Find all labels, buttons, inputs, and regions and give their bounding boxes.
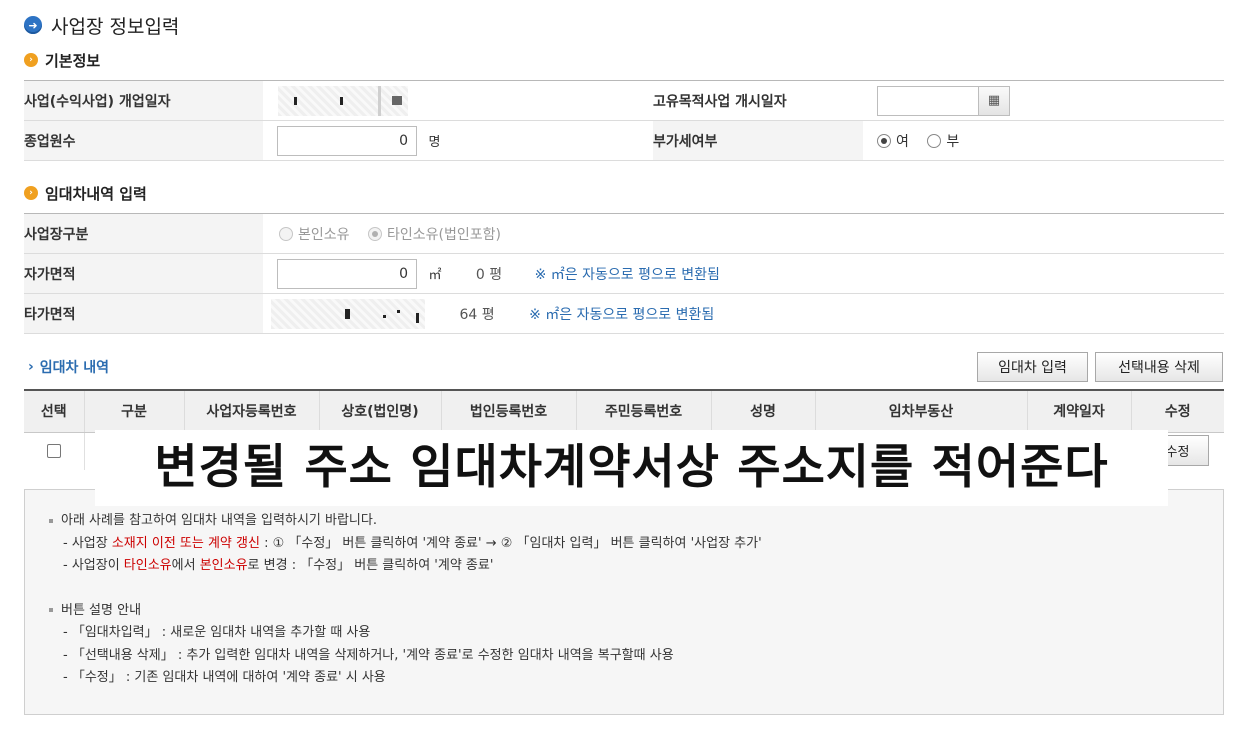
convert-note: ※ ㎡은 자동으로 평으로 변환됨 (534, 266, 720, 283)
vat-yes-radio[interactable] (877, 133, 891, 148)
other-area-label: 타가면적 (24, 293, 263, 334)
page-title: ➜ 사업장 정보입력 (24, 12, 179, 38)
chevron-right-icon: › (28, 359, 34, 375)
row-checkbox[interactable] (46, 444, 61, 459)
annotation-overlay: 변경될 주소 임대차계약서상 주소지를 적어준다 (95, 430, 1168, 506)
col-biz-no: 사업자등록번호 (183, 389, 319, 433)
convert-note-2: ※ ㎡은 자동으로 평으로 변환됨 (529, 306, 715, 323)
col-name: 성명 (710, 389, 815, 433)
vat-no-radio[interactable] (927, 133, 942, 148)
purpose-date-label: 고유목적사업 개시일자 (653, 80, 863, 121)
lease-table-header: 선택 구분 사업자등록번호 상호(법인명) 법인등록번호 주민등록번호 성명 임… (24, 389, 1224, 433)
lease-add-button[interactable]: 임대차 입력 (977, 352, 1088, 382)
col-company: 상호(법인명) (318, 389, 441, 433)
col-property: 임차부동산 (814, 389, 1027, 433)
site-other-radio[interactable] (367, 226, 382, 241)
col-corp-no: 법인등록번호 (440, 389, 576, 433)
col-resident-no: 주민등록번호 (575, 389, 711, 433)
other-area-pyeong: 64 평 (459, 306, 495, 323)
arrow-right-circle-icon: ➜ (24, 16, 42, 34)
delete-selected-button[interactable]: 선택내용 삭제 (1095, 352, 1223, 382)
col-edit: 수정 (1130, 389, 1224, 433)
section-title-basic: › 기본정보 (24, 49, 100, 71)
page-title-text: 사업장 정보입력 (51, 15, 180, 38)
own-area-input[interactable]: 0 (277, 258, 417, 289)
employees-input[interactable]: 0 (277, 125, 417, 156)
employees-label: 종업원수 (24, 120, 263, 161)
basic-info-table: 사업(수익사업) 개업일자 고유목적사업 개시일자 ▦ 종업원수 0 명 부가세… (24, 80, 1224, 161)
col-contract-date: 계약일자 (1026, 389, 1131, 433)
vat-label: 부가세여부 (653, 120, 863, 161)
purpose-date-input[interactable] (877, 85, 979, 116)
site-own-radio[interactable] (279, 226, 293, 241)
other-area-input[interactable] (271, 298, 425, 329)
col-select: 선택 (24, 389, 84, 433)
chevron-right-circle-icon: › (24, 53, 38, 67)
site-type-label: 사업장구분 (24, 213, 263, 254)
own-area-label: 자가면적 (24, 253, 263, 294)
info-box: 아래 사례를 참고하여 임대차 내역을 입력하시기 바랍니다. - 사업장 소재… (24, 489, 1224, 715)
open-date-label: 사업(수익사업) 개업일자 (24, 80, 263, 121)
employees-unit: 명 (428, 135, 441, 150)
calendar-icon[interactable]: ▦ (979, 85, 1010, 116)
lease-list-title: › 임대차 내역 (28, 359, 110, 376)
section-title-lease: › 임대차내역 입력 (24, 182, 147, 204)
open-date-input[interactable] (278, 85, 408, 116)
chevron-right-circle-icon: › (24, 186, 38, 200)
lease-info-table: 사업장구분 본인소유 타인소유(법인포함) 자가면적 0 ㎡ 0 평 ※ ㎡은 … (24, 213, 1224, 334)
own-area-pyeong: 0 평 (475, 266, 503, 283)
col-type: 구분 (83, 389, 184, 433)
